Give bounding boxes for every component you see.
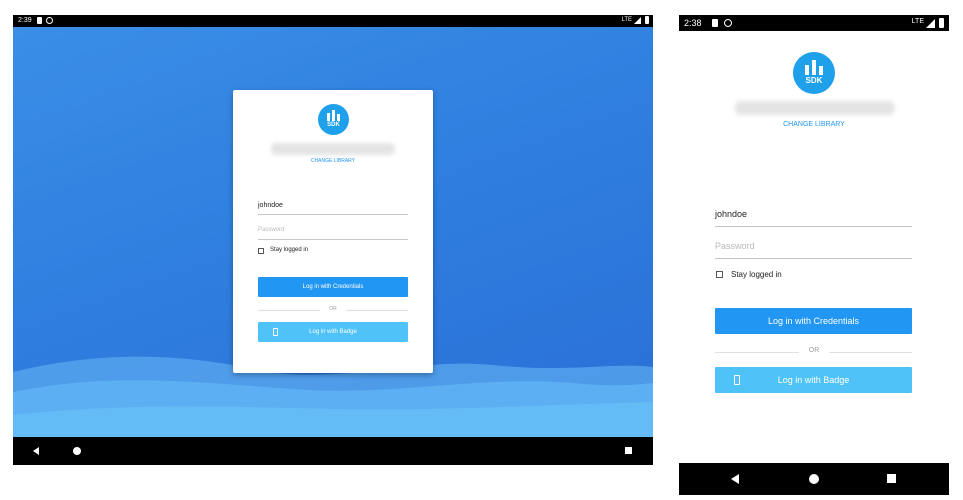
login-badge-label: Log in with Badge [309,329,357,335]
phone-screenshot: 2:38 LTE SDK CHANGE LIBRARY johndoe Pass… [679,15,949,495]
sdk-logo: SDK [318,104,349,135]
or-divider: OR [329,306,337,312]
status-time: 2:39 [18,17,32,24]
signal-icon [926,19,935,28]
login-badge-label: Log in with Badge [777,375,850,385]
recents-icon[interactable] [625,447,632,454]
password-field[interactable]: Password [258,225,408,240]
recents-icon[interactable] [887,474,896,483]
badge-icon [273,328,278,336]
signal-icon [634,17,641,24]
or-divider: OR [808,347,820,354]
login-card: SDK CHANGE LIBRARY johndoe Password Stay… [233,90,433,373]
network-type: LTE [621,17,632,23]
home-icon[interactable] [73,447,81,455]
username-value: johndoe [715,209,748,219]
battery-icon [939,18,944,28]
username-value: johndoe [258,202,283,209]
sd-card-icon [712,19,718,27]
bookshelf-icon [805,60,823,75]
sync-icon [724,19,732,27]
home-icon[interactable] [809,474,819,484]
stay-logged-in-label: Stay logged in [270,247,309,253]
library-name-blurred [735,101,895,115]
tablet-screenshot: 2:39 LTE SDK CHANGE LIBRARY johndoe Pass… [13,15,653,465]
divider-line [829,352,912,353]
bookshelf-icon [327,110,340,121]
username-field[interactable]: johndoe [715,207,912,227]
logo-text: SDK [327,122,340,128]
status-bar: 2:38 LTE [679,15,949,31]
password-field[interactable]: Password [715,239,912,259]
logo-text: SDK [805,76,823,85]
stay-logged-in-checkbox[interactable] [258,248,264,254]
username-field[interactable]: johndoe [258,200,408,215]
status-time: 2:38 [684,18,702,28]
login-credentials-button[interactable]: Log in with Credentials [715,308,912,334]
network-type: LTE [911,18,924,25]
password-placeholder: Password [715,241,755,251]
divider-line [258,310,320,311]
back-icon[interactable] [33,447,39,455]
divider-line [346,310,408,311]
divider-line [715,352,799,353]
sdk-logo: SDK [793,52,835,94]
stay-logged-in-checkbox[interactable] [716,271,723,278]
login-badge-button[interactable]: Log in with Badge [715,367,912,393]
battery-icon [645,16,649,24]
sync-icon [46,17,53,24]
back-icon[interactable] [731,474,739,484]
change-library-link[interactable]: CHANGE LIBRARY [233,158,433,164]
status-bar: 2:39 LTE [13,15,653,27]
library-name-blurred [271,143,395,155]
login-screen: SDK CHANGE LIBRARY johndoe Password Stay… [13,27,653,437]
login-badge-button[interactable]: Log in with Badge [258,322,408,342]
change-library-link[interactable]: CHANGE LIBRARY [679,121,949,128]
navigation-bar [679,463,949,495]
password-placeholder: Password [258,227,285,233]
sd-card-icon [37,17,42,24]
navigation-bar [13,437,653,465]
stay-logged-in-label: Stay logged in [731,270,782,279]
login-credentials-button[interactable]: Log in with Credentials [258,277,408,297]
badge-icon [734,375,740,385]
